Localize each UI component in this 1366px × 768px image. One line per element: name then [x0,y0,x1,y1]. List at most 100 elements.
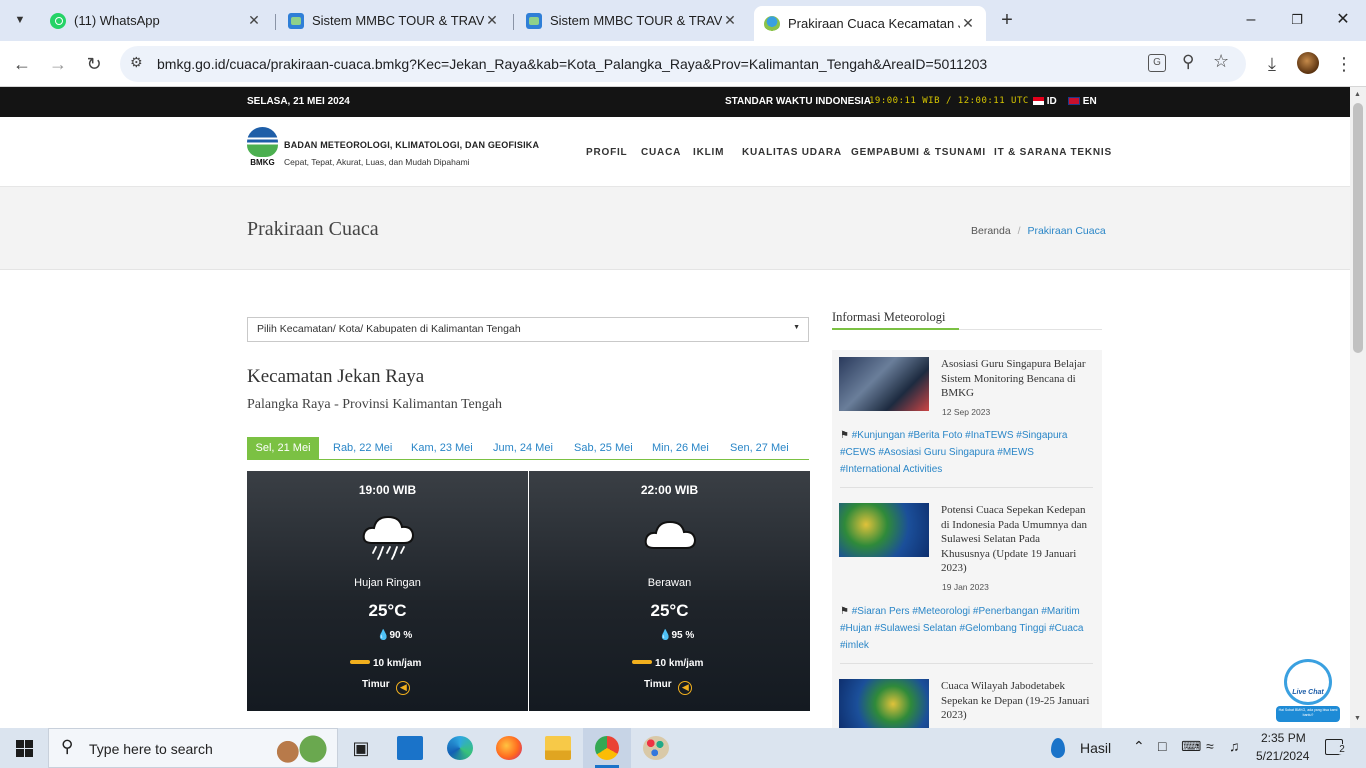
nav-gempabumi[interactable]: GEMPABUMI & TSUNAMI [851,147,986,158]
news-thumbnail[interactable] [839,357,929,411]
windows-taskbar: ⚲ Type here to search ▣ Hasil ⌃ □ ⌨ ≈ ♫ … [0,728,1366,768]
forecast-wind: 10 km/jam [350,658,421,669]
sidebar-heading-accent [832,328,959,330]
forward-arrow-icon[interactable]: → [45,51,71,77]
tab-search-button[interactable]: ▼ [10,10,30,30]
news-tags-text[interactable]: #Kunjungan #Berita Foto #InaTEWS #Singap… [840,430,1067,475]
tray-volume-icon[interactable]: ♫ [1229,738,1240,754]
news-title[interactable]: Asosiasi Guru Singapura Belajar Sistem M… [941,357,1091,401]
tray-chevron-up-icon[interactable]: ⌃ [1133,738,1145,755]
bookmark-star-icon[interactable]: ☆ [1213,51,1229,72]
tab-separator [513,14,514,30]
menu-dots-icon[interactable]: ⋮ [1331,51,1357,77]
page-scrollbar[interactable]: ▲ ▼ [1350,87,1366,728]
news-title[interactable]: Cuaca Wilayah Jabodetabek Sepekan ke Dep… [941,679,1091,723]
news-thumbnail[interactable] [839,679,929,728]
news-tags-text[interactable]: #Siaran Pers #Meteorologi #Penerbangan #… [840,606,1084,651]
browser-tab-bar: ▼ (11) WhatsApp ✕ Sistem MMBC TOUR & TRA… [0,0,1366,41]
top-info-strip: SELASA, 21 MEI 2024 STANDAR WAKTU INDONE… [0,87,1350,117]
lang-id-link[interactable]: ID [1033,96,1057,107]
taskbar-search-box[interactable]: ⚲ Type here to search [48,728,338,768]
nav-kualitas-udara[interactable]: KUALITAS UDARA [742,147,842,158]
nav-profil[interactable]: PROFIL [586,147,627,158]
url-text[interactable]: bmkg.go.id/cuaca/prakiraan-cuaca.bmkg?Ke… [157,56,987,72]
tray-wifi-icon[interactable]: ≈ [1206,738,1214,754]
news-title[interactable]: Potensi Cuaca Sepekan Kedepan di Indones… [941,503,1091,576]
bmkg-logo[interactable]: BMKG [247,127,278,167]
nav-iklim[interactable]: IKLIM [693,147,724,158]
weather-tray-label[interactable]: Hasil [1080,740,1111,756]
lang-en-label: EN [1082,96,1097,107]
download-icon[interactable]: ⤓ [1259,51,1285,77]
close-window-icon[interactable]: ✕ [1328,8,1358,32]
zoom-icon[interactable]: ⚲ [1182,52,1194,72]
district-select-value: Pilih Kecamatan/ Kota/ Kabupaten di Kali… [257,323,521,335]
edge-browser-icon[interactable] [447,736,473,760]
tag-icon: ⚑ [840,606,852,617]
standard-time-label: STANDAR WAKTU INDONESIA [725,96,871,107]
district-name: Kecamatan Jekan Raya [247,366,425,387]
bmkg-logo-icon [247,127,278,157]
tab-bmkg-active[interactable]: Prakiraan Cuaca Kecamatan Jek ✕ [754,6,986,41]
scroll-up-arrow[interactable]: ▲ [1354,91,1361,98]
mmbc-favicon-icon [526,12,542,29]
back-arrow-icon[interactable]: ← [9,51,35,77]
firefox-icon[interactable] [496,736,522,760]
tab-title: (11) WhatsApp [74,13,160,28]
scroll-thumb[interactable] [1353,103,1363,353]
mmbc-favicon-icon [288,12,304,29]
tab-mmbc-2[interactable]: Sistem MMBC TOUR & TRAVEL ✕ [516,6,748,35]
news-thumbnail[interactable] [839,503,929,557]
direction-label: Timur [362,679,390,690]
translate-icon[interactable]: G [1148,54,1166,72]
day-tab[interactable]: Kam, 23 Mei [411,437,473,459]
mail-app-icon[interactable] [397,736,423,760]
windows-start-icon[interactable] [16,740,33,757]
district-select[interactable]: Pilih Kecamatan/ Kota/ Kabupaten di Kali… [247,317,809,342]
forecast-temperature: 25°C [650,601,689,620]
breadcrumb-separator: / [1017,225,1021,237]
restore-icon[interactable]: ❐ [1282,8,1312,32]
site-settings-icon[interactable]: ⚙ [130,54,143,71]
task-view-icon[interactable]: ▣ [348,736,374,760]
page-title-bar: Prakiraan Cuaca Beranda / Prakiraan Cuac… [0,187,1350,270]
breadcrumb-home[interactable]: Beranda [971,225,1011,237]
day-tab[interactable]: Sen, 27 Mei [730,437,789,459]
paint-app-icon[interactable] [643,736,669,760]
day-tab[interactable]: Jum, 24 Mei [493,437,553,459]
lang-en-link[interactable]: EN [1068,96,1097,107]
notification-icon[interactable]: 2 [1325,739,1348,755]
day-tab[interactable]: Sab, 25 Mei [574,437,633,459]
nav-cuaca[interactable]: CUACA [641,147,681,158]
scroll-down-arrow[interactable]: ▼ [1354,715,1361,722]
tab-mmbc-1[interactable]: Sistem MMBC TOUR & TRAVEL ✕ [278,6,510,35]
tray-meet-icon[interactable]: □ [1158,738,1166,754]
live-chat-label: Live Chat [1292,689,1324,696]
forecast-card: 22:00 WIB Berawan 25°C 💧95 % 10 km/jam T… [529,471,810,711]
live-chat-widget[interactable]: Live Chat Hai Sobat BMKG, ada yang bisa … [1276,659,1340,723]
clock-time[interactable]: 2:35 PM [1261,731,1306,745]
chrome-taskbar-active[interactable] [583,728,631,768]
new-tab-button[interactable]: + [996,8,1018,32]
day-tab[interactable]: Rab, 22 Mei [333,437,392,459]
close-tab-icon[interactable]: ✕ [722,12,738,29]
clock-date[interactable]: 5/21/2024 [1256,749,1309,763]
nav-it-sarana[interactable]: IT & SARANA TEKNIS [994,147,1112,158]
weather-tray-icon[interactable] [1051,738,1065,758]
minimize-icon[interactable]: – [1236,8,1266,32]
file-explorer-icon[interactable] [545,736,571,760]
sidebar-heading: Informasi Meteorologi [832,310,946,324]
news-tags[interactable]: ⚑ #Siaran Pers #Meteorologi #Penerbangan… [840,603,1092,654]
close-tab-icon[interactable]: ✕ [484,12,500,29]
day-tab-active[interactable]: Sel, 21 Mei [247,437,319,459]
tray-ime-icon[interactable]: ⌨ [1181,738,1201,755]
reload-icon[interactable]: ↻ [81,51,107,77]
close-tab-icon[interactable]: ✕ [960,15,976,32]
lang-id-label: ID [1046,96,1057,107]
profile-avatar[interactable] [1297,52,1319,74]
news-tags[interactable]: ⚑ #Kunjungan #Berita Foto #InaTEWS #Sing… [840,427,1092,478]
close-tab-icon[interactable]: ✕ [246,12,262,29]
day-tab[interactable]: Min, 26 Mei [652,437,709,459]
tab-whatsapp[interactable]: (11) WhatsApp ✕ [40,6,272,35]
address-bar[interactable]: ⚙ bmkg.go.id/cuaca/prakiraan-cuaca.bmkg?… [120,46,1246,82]
